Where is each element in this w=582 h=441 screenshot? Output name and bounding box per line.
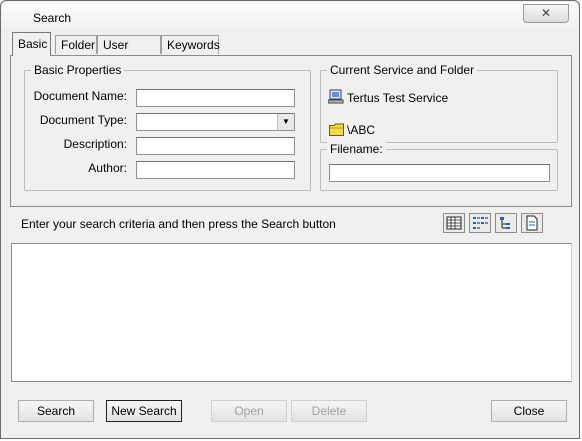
- description-label: Description:: [63, 137, 127, 151]
- service-name: Tertus Test Service: [347, 91, 449, 105]
- current-service-legend: Current Service and Folder: [327, 63, 478, 77]
- document-name-input[interactable]: [136, 89, 295, 107]
- author-label: Author:: [88, 161, 127, 175]
- tree-view-icon: [500, 217, 510, 229]
- window-close-button[interactable]: ✕: [523, 4, 569, 23]
- title-bar: Search ✕: [2, 2, 578, 32]
- basic-properties-group: Basic Properties Document Name: Document…: [24, 63, 311, 191]
- hint-bar: Enter your search criteria and then pres…: [10, 209, 572, 239]
- preview-button[interactable]: [521, 213, 543, 233]
- filename-input[interactable]: [329, 164, 550, 182]
- description-input[interactable]: [136, 137, 295, 155]
- delete-button[interactable]: Delete: [291, 400, 367, 422]
- computer-icon: [328, 89, 344, 104]
- search-results-list[interactable]: [11, 243, 572, 382]
- document-type-label: Document Type:: [39, 113, 127, 127]
- tree-view-button[interactable]: [495, 213, 517, 233]
- tab-basic[interactable]: Basic: [12, 32, 51, 56]
- filename-legend: Filename:: [327, 142, 386, 156]
- list-view-icon: [473, 217, 488, 229]
- chevron-down-icon[interactable]: ▼: [277, 114, 294, 130]
- search-button[interactable]: Search: [18, 400, 94, 422]
- author-input[interactable]: [136, 161, 295, 179]
- list-view-button[interactable]: [469, 213, 491, 233]
- close-button[interactable]: Close: [491, 400, 567, 422]
- details-view-button[interactable]: [443, 213, 465, 233]
- tab-keywords[interactable]: Keywords: [161, 35, 220, 54]
- tab-user-fields[interactable]: User Fields: [97, 35, 161, 71]
- document-name-label: Document Name:: [33, 89, 127, 103]
- window-title: Search: [33, 11, 72, 25]
- hint-text: Enter your search criteria and then pres…: [21, 217, 336, 231]
- current-service-group: Current Service and Folder Tertus Test S…: [320, 63, 558, 143]
- basic-tab-panel: Basic Properties Document Name: Document…: [10, 55, 572, 207]
- preview-icon: [526, 215, 538, 231]
- filename-group: Filename:: [320, 142, 558, 191]
- new-search-button[interactable]: New Search: [106, 400, 182, 422]
- dialog-body: Basic Folder User Fields Keywords Basic …: [8, 32, 574, 434]
- tab-folder[interactable]: Folder: [55, 35, 97, 54]
- search-dialog: Search ✕ Basic Folder User Fields Keywor…: [0, 0, 580, 439]
- details-view-icon: [446, 216, 462, 230]
- folder-icon: [329, 123, 344, 136]
- basic-properties-legend: Basic Properties: [31, 63, 125, 77]
- document-type-select[interactable]: ▼: [136, 113, 295, 131]
- folder-path: \ABC: [347, 123, 376, 137]
- close-icon: ✕: [540, 6, 552, 20]
- open-button[interactable]: Open: [211, 400, 287, 422]
